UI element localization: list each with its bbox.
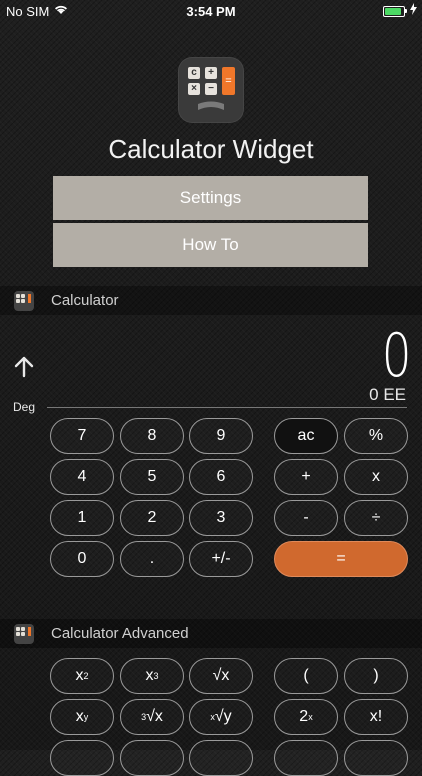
key-all-clear[interactable]: ac (274, 418, 338, 454)
key-cube-exp: 3 (153, 671, 159, 681)
key-cube[interactable]: x3 (120, 658, 184, 694)
key-multiply[interactable]: x (344, 459, 408, 495)
key-two-power[interactable]: 2x (274, 699, 338, 735)
charging-icon (410, 3, 417, 15)
angle-mode-label[interactable]: Deg (13, 400, 35, 414)
smile-icon (198, 101, 224, 110)
key-square-base: x (75, 667, 84, 684)
display-divider (47, 407, 407, 408)
key-left-paren[interactable]: ( (274, 658, 338, 694)
settings-button[interactable]: Settings (53, 176, 368, 220)
advanced-widget-title: Calculator Advanced (51, 625, 189, 642)
calculator-widget-icon (14, 291, 34, 311)
key-sign[interactable]: +/- (189, 541, 253, 577)
app-icon-key-equals: = (222, 67, 235, 95)
key-power[interactable]: xy (50, 699, 114, 735)
app-title: Calculator Widget (108, 134, 314, 164)
key-two-power-exp: x (308, 712, 313, 722)
advanced-widget-icon (14, 624, 34, 644)
calculator-widget-header: Calculator (0, 286, 422, 315)
key-8[interactable]: 8 (120, 418, 184, 454)
key-cube-base: x (145, 667, 154, 684)
battery-tip (405, 9, 407, 13)
key-equals[interactable]: = (274, 541, 408, 577)
app-icon-key-times: × (188, 83, 200, 95)
app-icon-key-plus: + (205, 67, 217, 79)
key-cube-root-body: √x (146, 708, 163, 725)
key-decimal[interactable]: . (120, 541, 184, 577)
key-row3-1[interactable] (50, 740, 114, 776)
key-9[interactable]: 9 (189, 418, 253, 454)
battery-fill (385, 8, 401, 15)
key-cube-root[interactable]: 3 √x (120, 699, 184, 735)
app-icon: c + × − = (178, 57, 244, 123)
advanced-widget-header: Calculator Advanced (0, 619, 422, 648)
calculator-display: 0 (381, 321, 412, 391)
key-percent[interactable]: % (344, 418, 408, 454)
key-power-exp: y (83, 712, 89, 722)
key-minus[interactable]: - (274, 500, 338, 536)
key-nth-root-body: √y (214, 708, 232, 725)
key-square[interactable]: x2 (50, 658, 114, 694)
key-row3-5[interactable] (344, 740, 408, 776)
key-1[interactable]: 1 (50, 500, 114, 536)
battery-icon (383, 6, 405, 17)
key-5[interactable]: 5 (120, 459, 184, 495)
key-sqrt[interactable]: √x (189, 658, 253, 694)
app-icon-key-c: c (188, 67, 200, 79)
key-two-power-base: 2 (299, 708, 309, 725)
status-bar: No SIM 3:54 PM (0, 0, 422, 22)
how-to-button[interactable]: How To (53, 223, 368, 267)
key-row3-2[interactable] (120, 740, 184, 776)
key-nth-root[interactable]: x √y (189, 699, 253, 735)
calculator-widget-title: Calculator (51, 292, 119, 309)
app-icon-key-minus: − (205, 83, 217, 95)
key-power-base: x (75, 708, 84, 725)
key-4[interactable]: 4 (50, 459, 114, 495)
arrow-up-icon[interactable] (14, 356, 34, 378)
key-right-paren[interactable]: ) (344, 658, 408, 694)
key-0[interactable]: 0 (50, 541, 114, 577)
sub-display: 0 EE (369, 385, 406, 404)
key-6[interactable]: 6 (189, 459, 253, 495)
key-row3-4[interactable] (274, 740, 338, 776)
key-row3-3[interactable] (189, 740, 253, 776)
key-7[interactable]: 7 (50, 418, 114, 454)
key-square-exp: 2 (83, 671, 89, 681)
key-factorial[interactable]: x! (344, 699, 408, 735)
clock: 3:54 PM (186, 4, 236, 19)
key-plus[interactable]: + (274, 459, 338, 495)
key-3[interactable]: 3 (189, 500, 253, 536)
key-divide[interactable]: ÷ (344, 500, 408, 536)
key-2[interactable]: 2 (120, 500, 184, 536)
